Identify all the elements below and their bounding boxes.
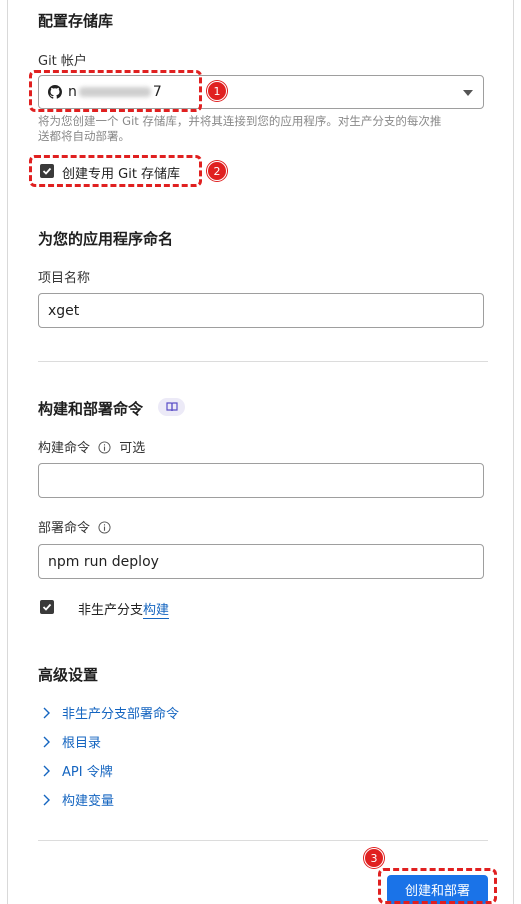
advanced-item-label: 根目录 (62, 736, 102, 751)
advanced-item-root-dir[interactable]: 根目录 (38, 732, 101, 751)
nonprod-build-checkbox[interactable] (40, 600, 54, 614)
deploy-command-label: 部署命令 (38, 521, 91, 536)
chevron-right-icon (43, 794, 50, 805)
chevron-right-icon (43, 736, 50, 747)
build-command-label: 构建命令 (38, 441, 91, 456)
annotation-badge-1: 1 (207, 81, 227, 101)
git-account-label: Git 帐户 (38, 54, 87, 69)
repo-section-title: 配置存储库 (38, 12, 114, 30)
deploy-command-label-row: 部署命令 (38, 517, 111, 536)
info-icon[interactable] (98, 441, 111, 454)
advanced-item-label: 构建变量 (62, 794, 115, 809)
book-icon (165, 402, 178, 412)
docs-badge[interactable] (158, 398, 185, 416)
advanced-item-label: 非生产分支部署命令 (62, 707, 180, 722)
nonprod-build-text: 非生产分支 (78, 603, 144, 618)
panel-left-border (7, 0, 8, 904)
divider-1 (38, 361, 488, 362)
chevron-right-icon (43, 765, 50, 776)
advanced-item-nonprod-deploy[interactable]: 非生产分支部署命令 (38, 703, 179, 722)
repo-help-line-1: 将为您创建一个 Git 存储库，并将其连接到您的应用程序。对生产分支的每次推 (38, 114, 442, 128)
annotation-badge-3: 3 (364, 848, 384, 868)
panel-right-border (513, 0, 514, 904)
project-name-label: 项目名称 (38, 271, 91, 286)
repo-help-line-2: 送都将自动部署。 (38, 129, 130, 143)
nonprod-build-link[interactable]: 构建 (143, 603, 170, 619)
annotation-box-2 (29, 155, 202, 187)
repo-help-text: 将为您创建一个 Git 存储库，并将其连接到您的应用程序。对生产分支的每次推 送… (38, 114, 498, 144)
check-icon (42, 603, 52, 611)
info-icon[interactable] (98, 521, 111, 534)
annotation-box-3 (378, 868, 497, 904)
divider-2 (38, 840, 488, 841)
annotation-box-1 (29, 70, 202, 112)
advanced-section-title: 高级设置 (38, 666, 99, 684)
naming-section-title: 为您的应用程序命名 (38, 230, 174, 248)
annotation-badge-2: 2 (207, 161, 227, 181)
caret-down-icon (463, 90, 473, 96)
chevron-right-icon (43, 707, 50, 718)
advanced-item-build-vars[interactable]: 构建变量 (38, 790, 114, 809)
deploy-command-input[interactable]: npm run deploy (38, 544, 484, 579)
build-command-label-row: 构建命令 可选 (38, 437, 145, 456)
optional-tag: 可选 (119, 441, 146, 456)
advanced-item-label: API 令牌 (62, 765, 113, 780)
build-section-title: 构建和部署命令 (38, 400, 144, 418)
nonprod-build-row: 非生产分支构建 (78, 599, 170, 619)
advanced-item-api-token[interactable]: API 令牌 (38, 761, 113, 780)
project-name-input[interactable]: xget (38, 293, 484, 328)
build-command-input[interactable] (38, 463, 484, 498)
